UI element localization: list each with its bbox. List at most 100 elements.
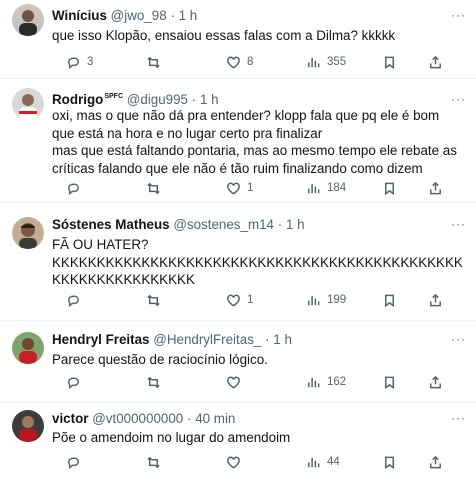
like-button[interactable]: 8 [226,54,253,70]
tweet[interactable]: Sóstenes Matheus @sostenes_m14 · 1 h ···… [0,202,476,321]
author-handle[interactable]: @vt000000000 [92,411,183,426]
reply-button[interactable] [66,374,87,390]
timestamp[interactable]: 1 h [286,217,305,232]
like-button[interactable] [226,454,247,470]
share-icon [430,55,441,68]
view-count: 355 [327,56,347,68]
author-handle[interactable]: @jwo_98 [111,8,167,23]
author-name[interactable]: Sóstenes Matheus [52,217,170,232]
view-count: 162 [327,376,347,388]
share-button[interactable] [428,454,443,470]
author-handle[interactable]: @sostenes_m14 [173,217,274,232]
reply-button[interactable] [66,454,87,470]
bookmark-button[interactable] [382,54,397,70]
tweet-header: Winícius @jwo_98 · 1 h [52,8,197,23]
views-button[interactable]: 355 [306,54,346,70]
heart-icon [227,56,240,69]
avatar[interactable] [12,332,44,364]
avatar[interactable] [12,410,44,442]
tweet-header: Hendryl Freitas @HendrylFreitas_ · 1 h [52,332,292,347]
tweet-actions: 44 [52,454,472,470]
author-name[interactable]: victor [52,411,88,426]
retweet-button[interactable] [146,180,167,196]
reply-button[interactable]: 3 [66,54,93,70]
like-button[interactable]: 1 [226,292,253,308]
more-icon[interactable]: ··· [451,411,466,425]
avatar[interactable] [12,217,44,249]
author-name[interactable]: Hendryl Freitas [52,332,150,347]
retweet-icon [147,376,160,388]
retweet-button[interactable] [146,292,167,308]
more-icon[interactable]: ··· [451,8,466,22]
separator: · [170,8,175,23]
reply-icon [68,377,79,389]
share-button[interactable] [428,374,443,390]
more-icon[interactable]: ··· [451,332,466,346]
tweet-actions: 3 8 355 [52,54,472,70]
views-icon [308,457,320,467]
like-count: 1 [247,182,254,194]
like-count: 1 [247,294,254,306]
avatar[interactable] [12,4,44,36]
retweet-button[interactable] [146,454,167,470]
retweet-button[interactable] [146,54,167,70]
reply-icon [68,457,79,469]
author-name[interactable]: Winícius [52,8,107,23]
bookmark-button[interactable] [382,180,397,196]
view-count: 184 [327,182,347,194]
views-icon [308,183,320,193]
tweet[interactable]: victor @vt000000000 · 40 min ··· Põe o a… [0,402,476,482]
tweet-actions: 1 184 [52,180,472,196]
tweet[interactable]: RodrigoSPFC @digu995 · 1 h ··· oxi, mas … [0,78,476,203]
views-button[interactable]: 44 [306,454,340,470]
views-button[interactable]: 162 [306,374,346,390]
like-button[interactable] [226,374,247,390]
tweet-text: Põe o amendoim no lugar do amendoim [52,430,291,445]
views-icon [308,377,320,387]
author-name[interactable]: Rodrigo [52,92,103,107]
avatar[interactable] [12,88,44,120]
timestamp[interactable]: 1 h [273,332,292,347]
like-count: 8 [247,56,254,68]
reply-icon [68,57,79,69]
more-icon[interactable]: ··· [451,92,466,106]
reply-icon [68,295,79,307]
views-icon [308,295,320,305]
views-button[interactable]: 184 [306,180,346,196]
reply-button[interactable] [66,292,87,308]
bookmark-icon [385,56,394,69]
separator: · [265,332,270,347]
share-button[interactable] [428,54,443,70]
bookmark-button[interactable] [382,454,397,470]
views-button[interactable]: 199 [306,292,346,308]
retweet-button[interactable] [146,374,167,390]
tweet-header: RodrigoSPFC @digu995 · 1 h [52,92,219,107]
timestamp[interactable]: 1 h [200,92,219,107]
tweet-text: que isso Klopão, ensaiou essas falas com… [52,28,396,43]
author-handle[interactable]: @HendrylFreitas_ [153,332,261,347]
tweet-actions: 162 [52,374,472,390]
tweet-text: oxi, mas o que não dá pra entender? klop… [52,108,457,176]
reply-icon [68,183,79,195]
retweet-icon [147,456,160,468]
tweet[interactable]: Winícius @jwo_98 · 1 h ··· que isso Klop… [0,0,476,79]
like-button[interactable]: 1 [226,180,253,196]
bookmark-button[interactable] [382,374,397,390]
more-icon[interactable]: ··· [451,217,466,231]
timestamp[interactable]: 40 min [195,411,235,426]
bookmark-button[interactable] [382,292,397,308]
retweet-icon [147,56,160,68]
timestamp[interactable]: 1 h [179,8,198,23]
author-handle[interactable]: @digu995 [127,92,188,107]
reply-button[interactable] [66,180,87,196]
separator: · [191,92,197,107]
tweet[interactable]: Hendryl Freitas @HendrylFreitas_ · 1 h ·… [0,320,476,403]
heart-icon [227,456,240,469]
view-count: 44 [327,456,340,468]
tweet-actions: 1 199 [52,292,472,308]
share-button[interactable] [428,180,443,196]
reply-count: 3 [87,56,94,68]
heart-icon [227,182,240,195]
views-icon [308,57,320,67]
share-button[interactable] [428,292,443,308]
